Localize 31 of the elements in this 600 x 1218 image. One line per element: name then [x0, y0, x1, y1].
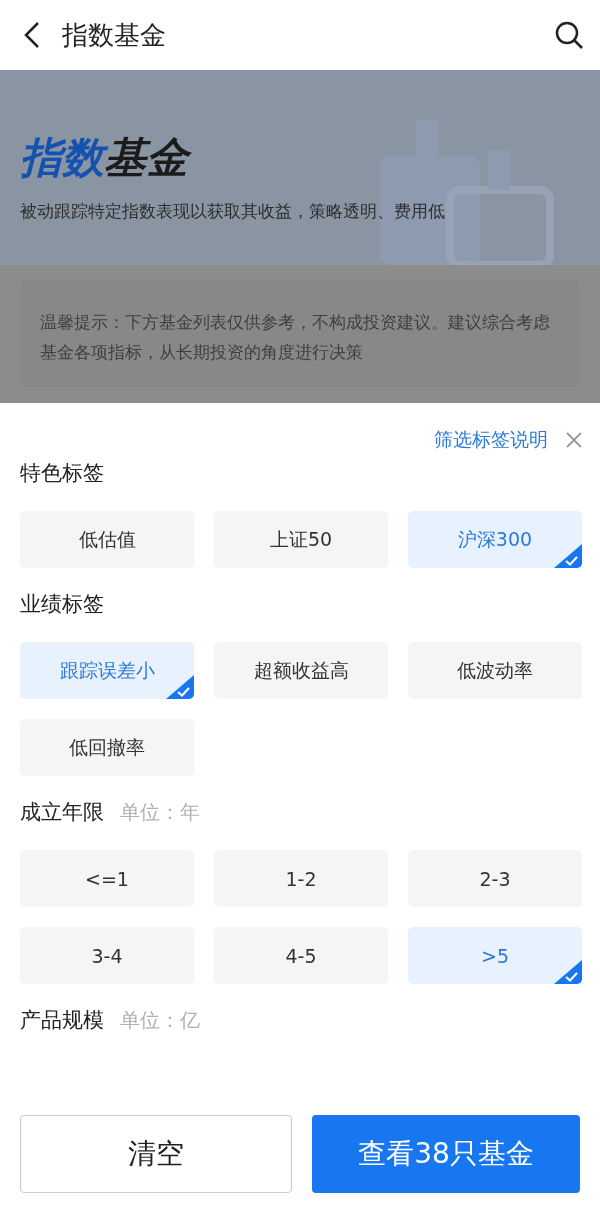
- filter-tag[interactable]: 超额收益高: [214, 642, 388, 699]
- banner-subtitle: 被动跟踪特定指数表现以获取其收益，策略透明、费用低: [20, 200, 446, 223]
- filter-tag[interactable]: 低回撤率: [20, 719, 194, 776]
- close-icon[interactable]: [566, 432, 582, 448]
- section-title: 产品规模: [20, 1007, 104, 1034]
- check-icon: [554, 544, 582, 568]
- section-title: 成立年限: [20, 799, 104, 826]
- help-link[interactable]: 筛选标签说明: [434, 427, 548, 453]
- filter-tag[interactable]: <=1: [20, 850, 194, 907]
- section-title: 业绩标签: [20, 591, 104, 618]
- page-title: 指数基金: [62, 18, 167, 52]
- filter-tag[interactable]: 低估值: [20, 511, 194, 568]
- section-title: 特色标签: [20, 460, 104, 487]
- filter-tag[interactable]: 2-3: [408, 850, 582, 907]
- unit-label: 单位：年: [120, 799, 200, 826]
- check-icon: [554, 960, 582, 984]
- filter-tag[interactable]: 3-4: [20, 927, 194, 984]
- filter-tag[interactable]: 上证50: [214, 511, 388, 568]
- filter-tag[interactable]: 低波动率: [408, 642, 582, 699]
- filter-tag[interactable]: 1-2: [214, 850, 388, 907]
- view-funds-button[interactable]: 查看38只基金: [312, 1115, 580, 1193]
- unit-label: 单位：亿: [120, 1007, 200, 1034]
- filter-tag[interactable]: 跟踪误差小: [20, 642, 194, 699]
- banner-title: 指数基金: [20, 130, 580, 186]
- notice-card: 温馨提示：下方基金列表仅供参考，不构成投资建议。建议综合考虑基金各项指标，从长期投资的角度进行决策: [20, 279, 580, 387]
- filter-tag[interactable]: >5: [408, 927, 582, 984]
- filter-tag[interactable]: 沪深300: [408, 511, 582, 568]
- search-icon[interactable]: [554, 20, 584, 50]
- check-icon: [166, 675, 194, 699]
- clear-button[interactable]: 清空: [20, 1115, 292, 1193]
- filter-tag[interactable]: 4-5: [214, 927, 388, 984]
